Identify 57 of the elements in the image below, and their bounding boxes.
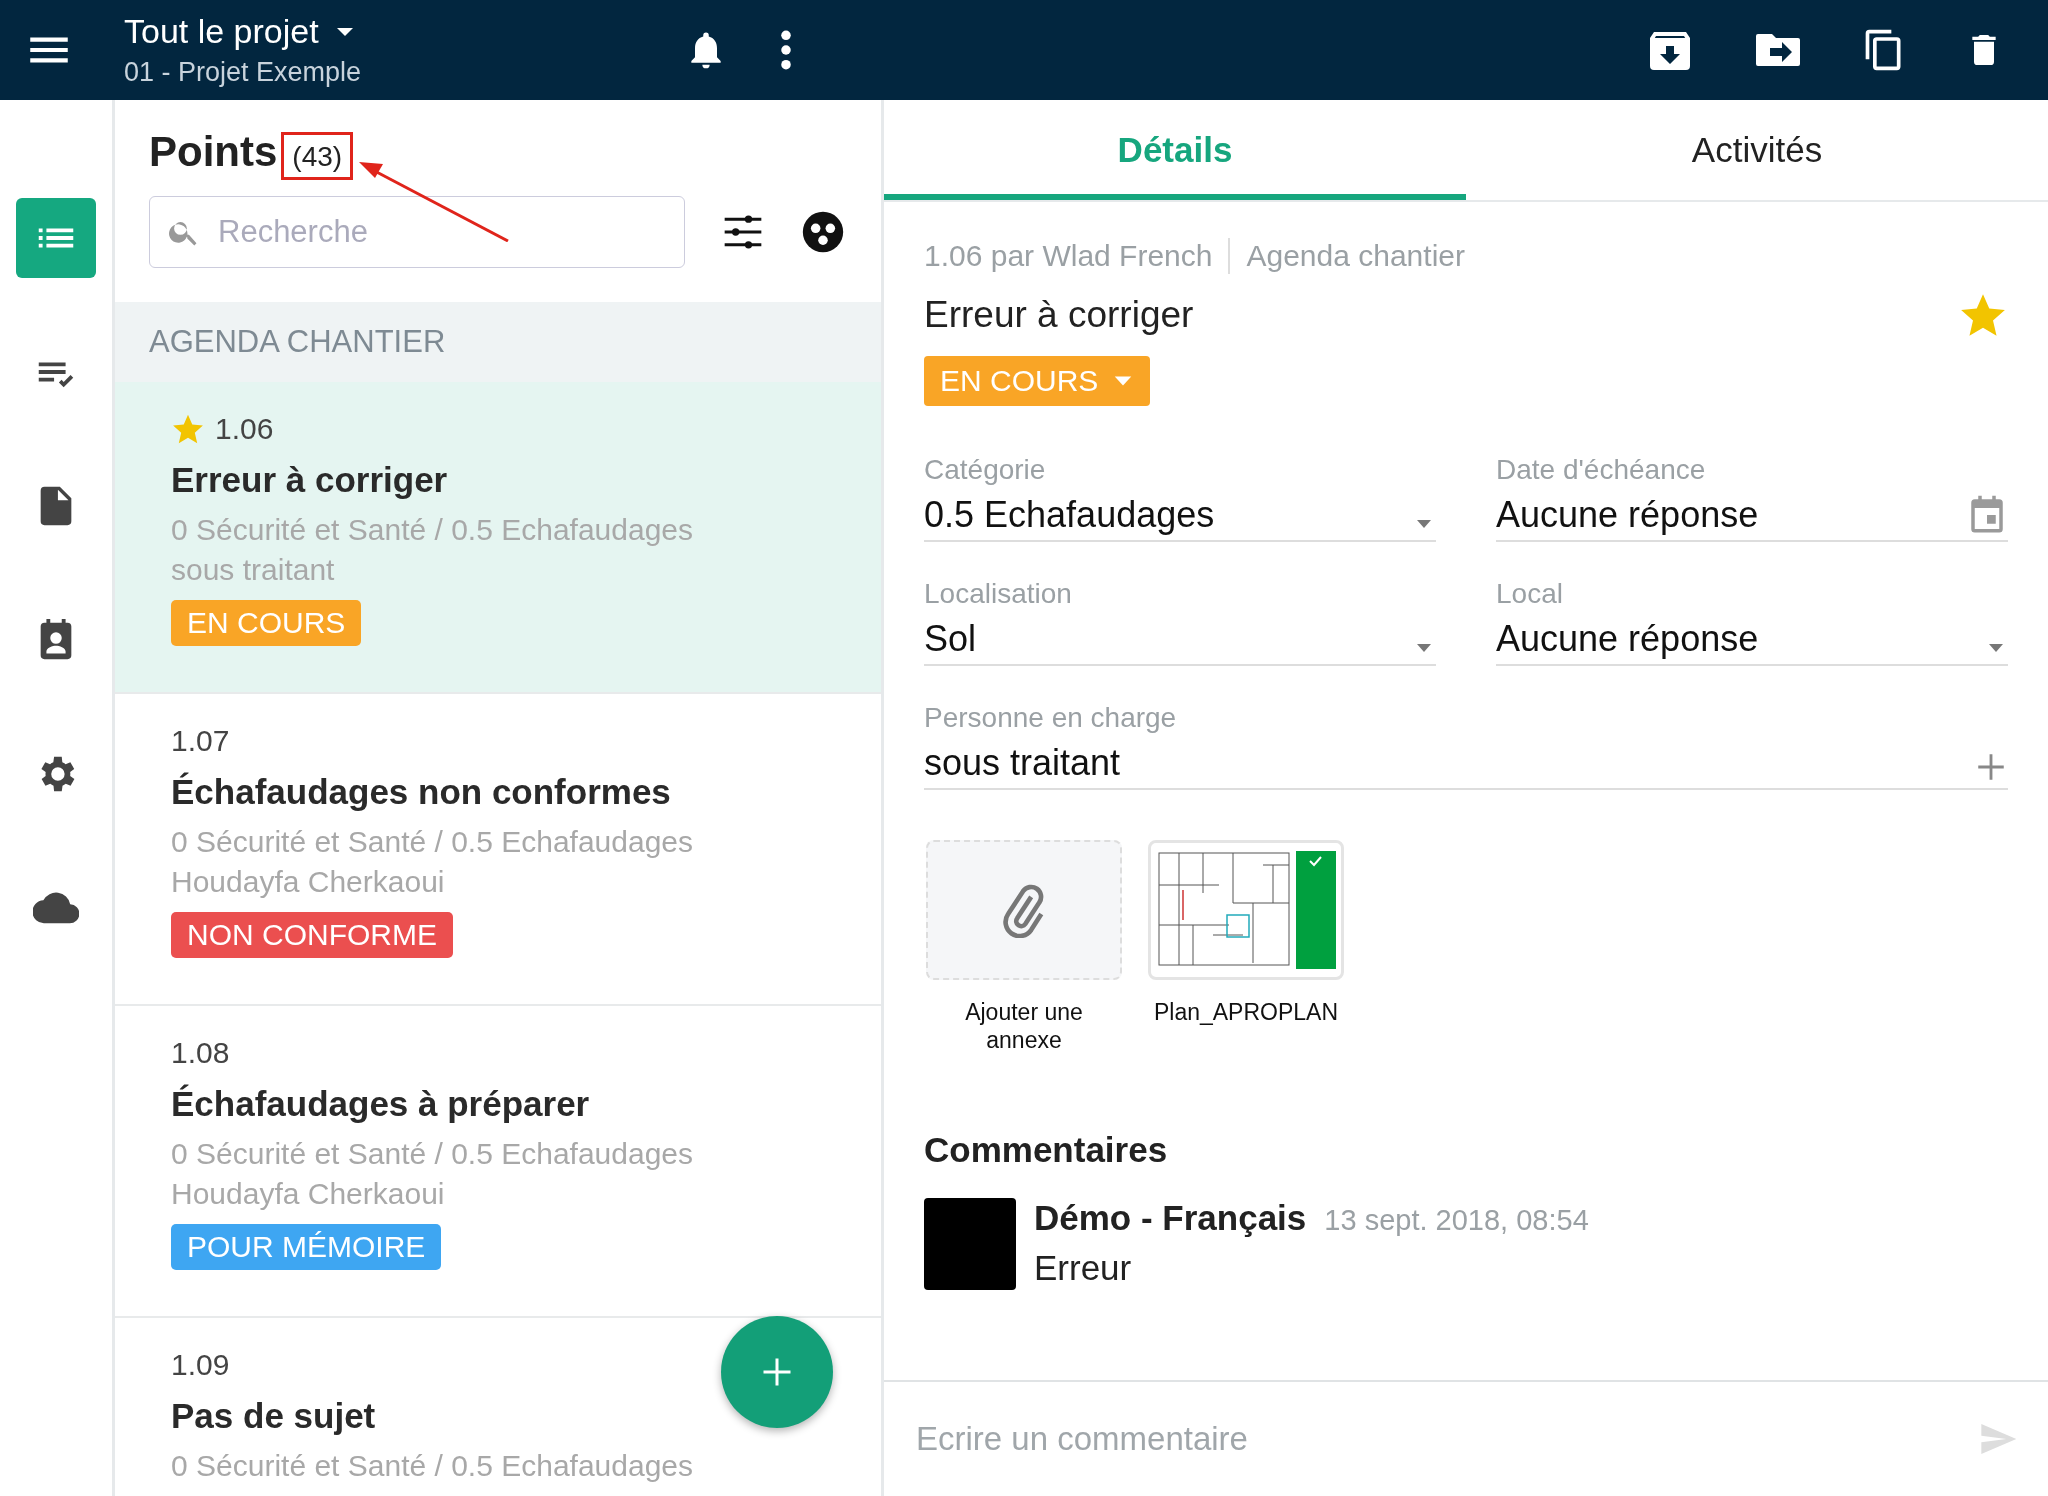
field-label: Catégorie — [924, 454, 1047, 486]
add-attachment-tile[interactable] — [926, 840, 1122, 980]
count-label: (43) — [281, 132, 354, 180]
item-assignee: Houdayfa Cherkaoui — [171, 864, 446, 900]
field-value: 0.5 Echafaudages — [924, 494, 1215, 536]
status-badge: EN COURS — [171, 600, 362, 646]
item-category: 0 Sécurité et Santé / 0.5 Echafaudages — [171, 1136, 695, 1172]
comment-text: Erreur — [1034, 1248, 1133, 1288]
detail-title: Erreur à corriger — [924, 294, 1194, 336]
tab[interactable]: Activités — [1466, 100, 2048, 200]
item-assignee: Houdayfa Cherkaoui — [171, 1176, 446, 1212]
comments-heading: Commentaires — [924, 1130, 1169, 1170]
filter-dots-icon[interactable] — [801, 210, 845, 254]
item-category: 0 Sécurité et Santé / 0.5 Echafaudages — [171, 1448, 695, 1484]
item-title: Échafaudages à préparer — [171, 1084, 591, 1124]
item-title: Erreur à corriger — [171, 460, 449, 500]
item-meta: 1.06 par Wlad French — [924, 239, 1213, 273]
item-title: Échafaudages non conformes — [171, 772, 672, 812]
section-header: AGENDA CHANTIER — [115, 302, 881, 382]
status-badge: NON CONFORME — [171, 912, 453, 958]
project-subtitle: 01 - Projet Exemple — [124, 57, 363, 88]
project-title[interactable]: Tout le projet — [124, 12, 319, 51]
field-value: Aucune réponse — [1496, 494, 1759, 536]
status-badge: POUR MÉMOIRE — [171, 1224, 442, 1270]
field-label: Personne en charge — [924, 702, 1177, 734]
item-number: 1.08 — [171, 1036, 230, 1070]
item-category: 0 Sécurité et Santé / 0.5 Echafaudages — [171, 824, 695, 860]
list-item[interactable]: 1.07 Échafaudages non conformes 0 Sécurité et Santé / 0.5 Echafaudages Houdayfa Cherkaoui NON CONFORME — [115, 694, 881, 1006]
item-number: 1.07 — [171, 724, 230, 758]
list-item[interactable]: 1.08 Échafaudages à préparer 0 Sécurité et Santé / 0.5 Echafaudages Houdayfa Cherkaoui POUR MÉMOIRE — [115, 1006, 881, 1318]
item-title: Pas de sujet — [171, 1396, 377, 1436]
attachment-label: Plan_APROPLAN — [1153, 998, 1339, 1026]
item-category: 0 Sécurité et Santé / 0.5 Echafaudages — [171, 512, 695, 548]
field-label: Localisation — [924, 578, 1072, 610]
form-field[interactable]: Local Aucune réponse — [1496, 578, 2008, 666]
list-item[interactable]: 1.06 Erreur à corriger 0 Sécurité et Santé / 0.5 Echafaudages sous traitant EN COURS — [115, 382, 881, 694]
list-title: Points — [149, 128, 278, 176]
field-value: Sol — [924, 618, 978, 660]
form-field[interactable]: Catégorie 0.5 Echafaudages — [924, 454, 1436, 542]
item-number: 1.06 — [215, 412, 274, 446]
comment-field[interactable]: Ecrire un commentaire — [914, 1419, 1976, 1459]
item-assignee: sous traitant — [171, 552, 336, 588]
list-name: Agenda chantier — [1246, 239, 1465, 273]
field-label: Local — [1496, 578, 1564, 610]
comment-author: Démo - Français — [1034, 1198, 1307, 1238]
field-label: Date d'échéance — [1496, 454, 1707, 486]
field-value: sous traitant — [924, 742, 1122, 784]
comment-date: 13 sept. 2018, 08:54 — [1324, 1204, 1589, 1237]
more-vertical-icon[interactable] — [778, 28, 794, 72]
floating-add-button[interactable] — [721, 1316, 833, 1428]
form-field[interactable]: Personne en charge sous traitant — [924, 702, 2008, 790]
attachment-label: Ajouter une annexe — [964, 998, 1084, 1054]
field-value: Aucune réponse — [1496, 618, 1759, 660]
item-number: 1.09 — [171, 1348, 230, 1382]
form-field[interactable]: Localisation Sol — [924, 578, 1436, 666]
form-field[interactable]: Date d'échéance Aucune réponse — [1496, 454, 2008, 542]
search-field[interactable]: Recherche — [149, 196, 685, 268]
